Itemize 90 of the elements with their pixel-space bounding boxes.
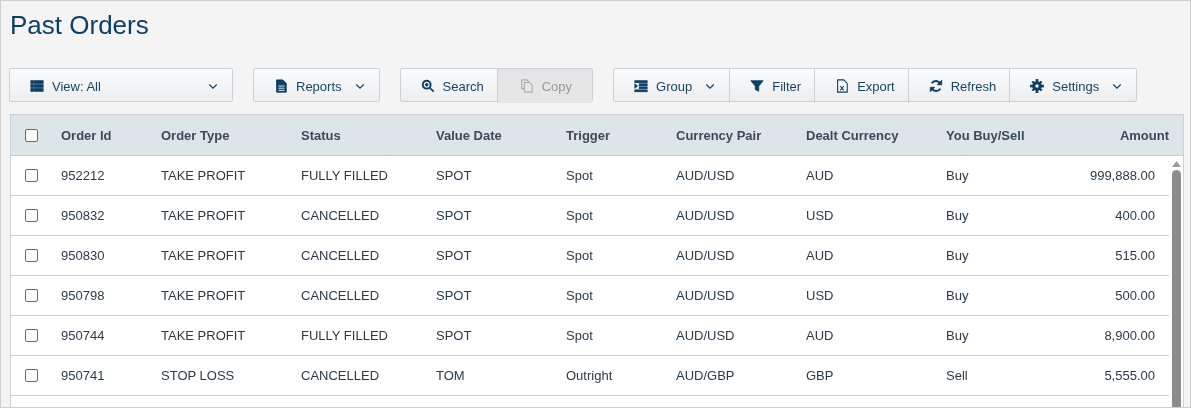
column-header[interactable]: Currency Pair	[676, 127, 806, 143]
table-cell-text: Buy	[946, 328, 970, 343]
table-cell-text: Buy	[946, 168, 970, 183]
table-cell-text: Sell	[946, 368, 969, 383]
table-cell-text: AUD/USD	[676, 328, 736, 343]
row-checkbox[interactable]	[25, 369, 38, 382]
page-title: Past Orders	[10, 9, 150, 41]
row-checkbox[interactable]	[25, 169, 38, 182]
document-icon	[274, 79, 288, 93]
spreadsheet-file-icon	[835, 79, 850, 93]
table-cell-text: 950798	[61, 288, 106, 303]
table-cell-text: STOP LOSS	[161, 368, 236, 383]
row-checkbox[interactable]	[25, 289, 38, 302]
table-cell-text: 950832	[61, 208, 106, 223]
table-cell-text: Buy	[946, 248, 970, 263]
search-icon	[420, 79, 435, 93]
table-cell-text: TAKE PROFIT	[161, 168, 247, 183]
table-cell-text: CANCELLED	[301, 368, 381, 383]
column-header[interactable]: You Buy/Sell	[946, 127, 1046, 143]
table-cell-text: 950741	[61, 368, 106, 383]
toolbar-button[interactable]: View: All	[10, 69, 232, 103]
table-cell-text: TAKE PROFIT	[161, 328, 247, 343]
table-cell-text: CANCELLED	[301, 248, 381, 263]
table-cell-text: 5,555.00	[1103, 368, 1156, 383]
table-cell-text: TAKE PROFIT	[161, 208, 247, 223]
row-checkbox[interactable]	[25, 249, 38, 262]
toolbar-button[interactable]: Export	[815, 69, 909, 103]
toolbar-button[interactable]: Filter	[730, 69, 816, 103]
filter-icon	[750, 79, 765, 93]
table-cell-text: 515.00	[1114, 248, 1156, 263]
table-cell-text: AUD/USD	[676, 288, 736, 303]
table-cell-text: AUD	[806, 168, 835, 183]
column-header[interactable]: Order Type	[161, 127, 301, 143]
toolbar-button[interactable]: Settings	[1010, 69, 1137, 103]
table-cell-text: Outright	[566, 368, 614, 383]
column-header[interactable]: Value Date	[436, 127, 566, 143]
table-cell-text: AUD/USD	[676, 208, 736, 223]
table-cell-text: USD	[806, 288, 835, 303]
table-cell-text: Buy	[946, 208, 970, 223]
table-cell-text: SPOT	[436, 168, 473, 183]
table-cell-text: TAKE PROFIT	[161, 248, 247, 263]
table-cell-text: TOM	[436, 368, 466, 383]
column-header[interactable]: Order Id	[61, 127, 161, 143]
table-cell-text: FULLY FILLED	[301, 328, 389, 343]
table-cell-text: SPOT	[436, 328, 473, 343]
table-cell-text: AUD	[806, 248, 835, 263]
toolbar-button[interactable]: Group	[614, 69, 731, 103]
table-cell-text: Spot	[566, 168, 594, 183]
table-cell-text: CANCELLED	[301, 288, 381, 303]
toolbar-button[interactable]: Search	[400, 69, 498, 103]
table-cell-text: AUD/USD	[676, 248, 736, 263]
column-header[interactable]: Status	[301, 127, 436, 143]
table-cell-text: AUD	[806, 328, 835, 343]
table-cell-text: Buy	[946, 288, 970, 303]
table-cell-text: AUD/GBP	[676, 368, 736, 383]
table-cell-text: 400.00	[1114, 208, 1156, 223]
row-checkbox[interactable]	[25, 329, 38, 342]
copy-icon	[519, 79, 534, 93]
select-all-checkbox[interactable]	[25, 128, 38, 142]
toolbar-button[interactable]: Refresh	[908, 69, 1011, 103]
column-header[interactable]: Dealt Currency	[806, 127, 946, 143]
scroll-up-icon[interactable]	[1171, 160, 1181, 167]
table-cell-text: 8,900.00	[1103, 328, 1156, 343]
table-cell-text: Spot	[566, 328, 594, 343]
refresh-icon	[928, 79, 943, 93]
row-checkbox[interactable]	[25, 209, 38, 222]
table-cell-text: CANCELLED	[301, 208, 381, 223]
table-cell-text: USD	[806, 208, 835, 223]
group-icon	[634, 79, 649, 93]
table-cell-text: TAKE PROFIT	[161, 288, 247, 303]
table-cell-text: 952212	[61, 168, 106, 183]
column-header[interactable]: Amount	[1046, 127, 1183, 143]
column-header[interactable]: Trigger	[566, 127, 676, 143]
table-cell-text: GBP	[806, 368, 835, 383]
settings-icon	[1030, 79, 1045, 93]
table-cell-text: SPOT	[436, 208, 473, 223]
table-cell-text: 950744	[61, 328, 106, 343]
table-cell-text: 500.00	[1114, 288, 1156, 303]
table-cell-text: SPOT	[436, 248, 473, 263]
table-cell-text: Spot	[566, 248, 594, 263]
table-cell-text: Spot	[566, 288, 594, 303]
table-cell-text: AUD/USD	[676, 168, 736, 183]
list-icon	[30, 79, 44, 93]
table-cell-text: SPOT	[436, 288, 473, 303]
table-cell-text: Spot	[566, 208, 594, 223]
table-cell-text: 950830	[61, 248, 106, 263]
table-cell-text: FULLY FILLED	[301, 168, 389, 183]
scrollbar-thumb[interactable]	[1171, 170, 1181, 407]
table-cell-text: 999,888.00	[1088, 168, 1156, 183]
toolbar-button[interactable]: Reports	[254, 69, 379, 103]
